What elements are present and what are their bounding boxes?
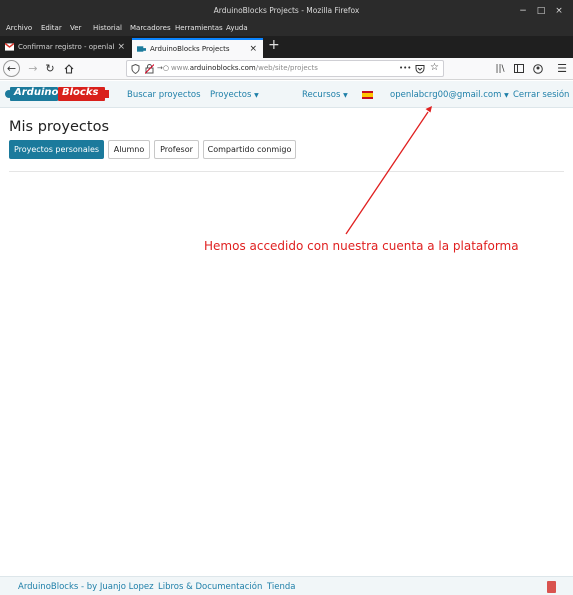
footer-link-arduinoblocks[interactable]: ArduinoBlocks - by Juanjo Lopez	[18, 582, 154, 592]
footer-link-tienda[interactable]: Tienda	[267, 582, 296, 592]
footer-badge[interactable]	[547, 581, 556, 593]
site-footer: ArduinoBlocks - by Juanjo Lopez Libros &…	[0, 576, 573, 595]
annotation-arrow	[345, 106, 432, 235]
annotation-text: Hemos accedido con nuestra cuenta a la p…	[204, 239, 519, 253]
footer-link-libros[interactable]: Libros & Documentación	[158, 582, 262, 592]
